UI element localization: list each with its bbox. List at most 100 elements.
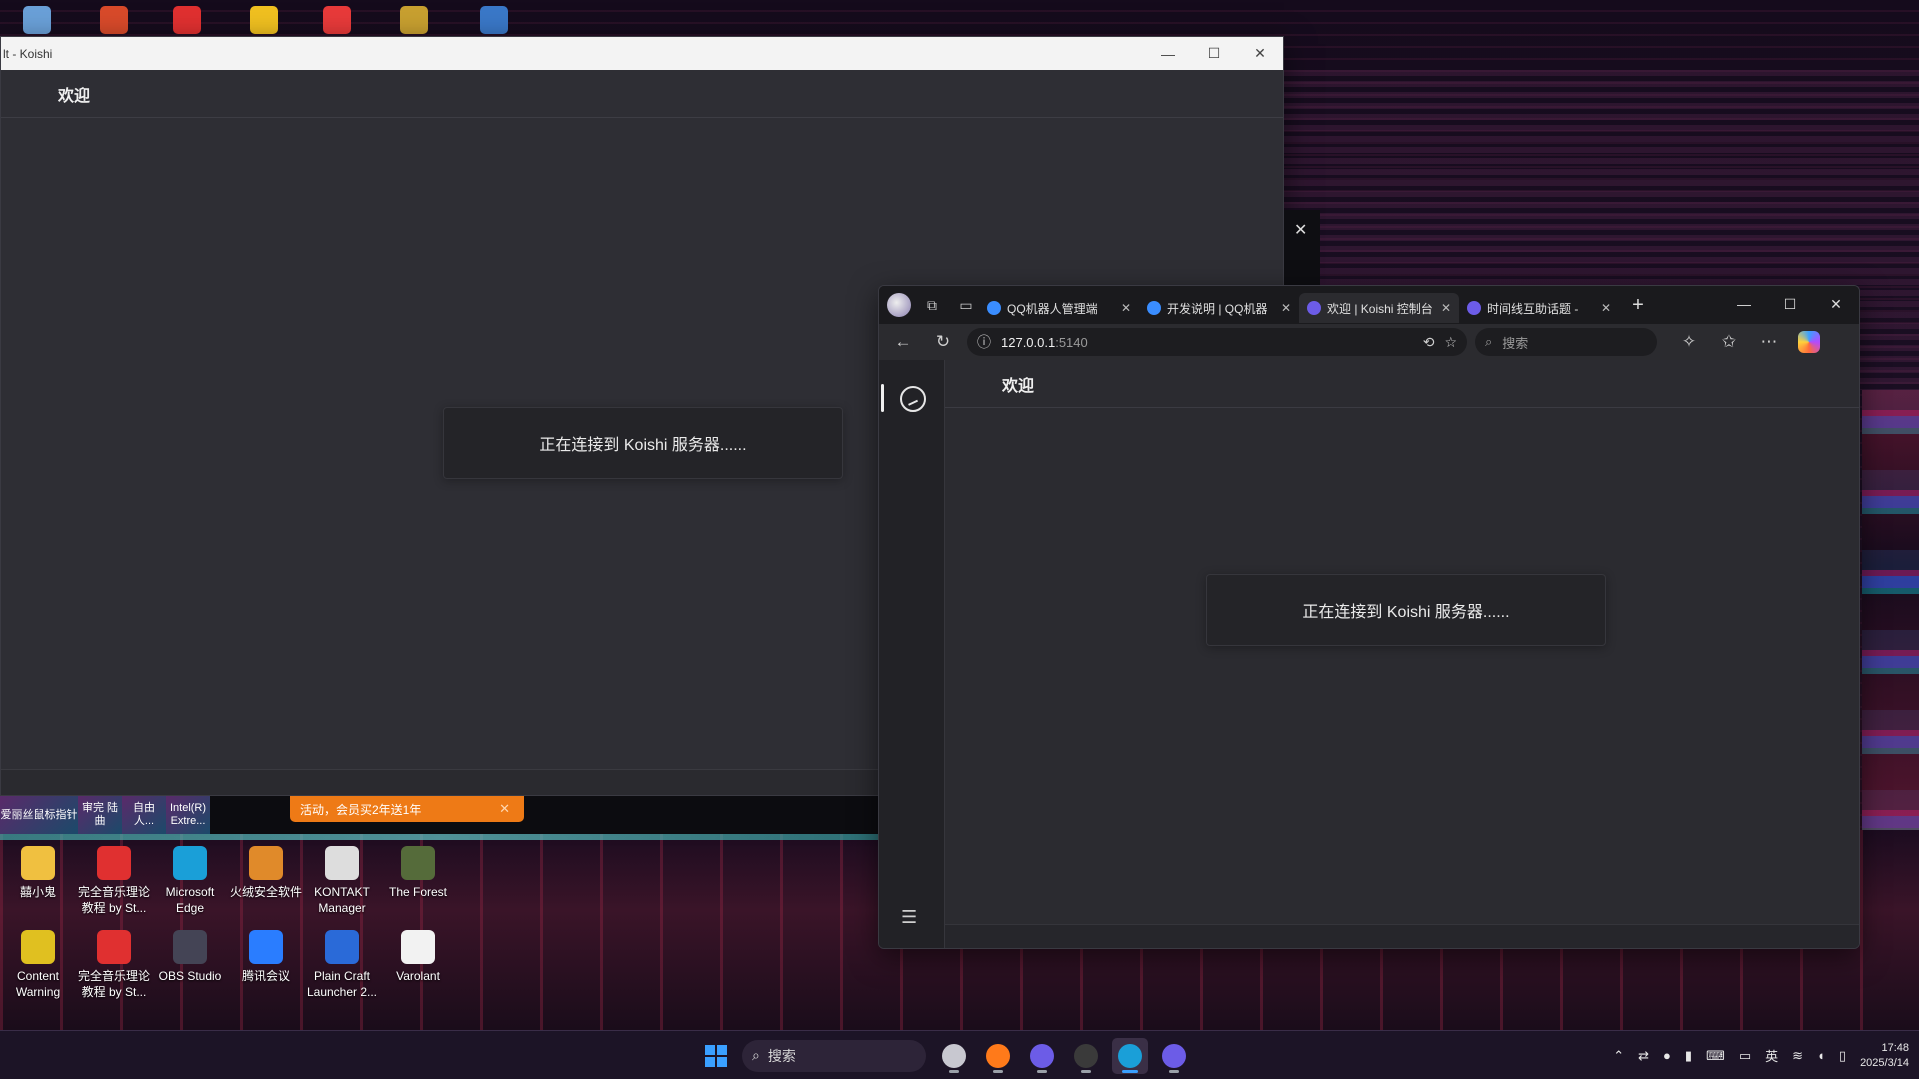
- app-icon: [401, 846, 435, 880]
- search-icon: ⌕: [1485, 334, 1493, 349]
- browser-toolbar: ← ↻ ⓘ 127.0.0.1:5140 ⟲ ☆ ⌕ 搜索 ✧ ✩ ⋯: [879, 324, 1859, 360]
- desktop-icon-label: 火绒安全软件: [229, 885, 302, 899]
- copilot-logo: [1798, 331, 1820, 353]
- koishi-logo-icon[interactable]: [900, 386, 926, 412]
- thumbnail-item[interactable]: 爱丽丝鼠标指针: [0, 796, 78, 834]
- tab-close-icon[interactable]: ✕: [1281, 301, 1291, 315]
- desktop-icon[interactable]: 囍小鬼: [0, 846, 76, 926]
- app-icon: [249, 930, 283, 964]
- sync-icon[interactable]: ⇄: [1638, 1048, 1649, 1064]
- taskbar-search[interactable]: ⌕ 搜索: [742, 1039, 926, 1072]
- page-header: 欢迎: [945, 360, 1859, 408]
- app-tray-icon[interactable]: ●: [1663, 1048, 1671, 1063]
- battery-icon[interactable]: ▯: [1839, 1048, 1846, 1064]
- close-icon[interactable]: ✕: [1294, 220, 1307, 240]
- volume-icon[interactable]: ◖: [1817, 1048, 1825, 1063]
- desktop-icon[interactable]: Microsoft Edge: [152, 846, 228, 926]
- bypass-icon[interactable]: [250, 6, 278, 34]
- audio-app-icon[interactable]: [323, 6, 351, 34]
- info-icon[interactable]: ⓘ: [977, 332, 991, 352]
- collections-icon[interactable]: ⧉: [919, 292, 945, 318]
- tab-close-icon[interactable]: ✕: [1121, 301, 1131, 315]
- desktop-icon[interactable]: Content Warning: [0, 930, 76, 1010]
- keyboard-icon[interactable]: ⌨: [1706, 1048, 1725, 1064]
- thumbnail-item[interactable]: Intel(R) Extre...: [166, 796, 210, 834]
- thumbnail-item[interactable]: 自由 人...: [122, 796, 166, 834]
- desktop-icon[interactable]: 腾讯会议: [228, 930, 304, 1010]
- display-icon[interactable]: ▭: [1739, 1048, 1751, 1064]
- more-icon[interactable]: ⋯: [1753, 328, 1785, 356]
- ime-indicator[interactable]: 英: [1765, 1046, 1778, 1065]
- task-view-taskbar-button[interactable]: [936, 1038, 972, 1074]
- overlay-popup: ✕: [1284, 210, 1320, 288]
- koishi-2-taskbar-button[interactable]: [1156, 1038, 1192, 1074]
- window-title: lt - Koishi: [3, 46, 53, 61]
- search-input[interactable]: ⌕ 搜索: [1475, 328, 1657, 356]
- browser-tab[interactable]: 时间线互助话题 - ✕: [1459, 293, 1619, 323]
- page-title: 欢迎: [58, 87, 91, 105]
- close-button[interactable]: ✕: [1813, 286, 1859, 322]
- profile-avatar[interactable]: [887, 293, 911, 317]
- maximize-button[interactable]: ☐: [1191, 37, 1237, 70]
- app-icon: [21, 846, 55, 880]
- chevron-up-icon[interactable]: ⌃: [1613, 1048, 1624, 1064]
- app-4-icon[interactable]: [100, 6, 128, 34]
- thumbnail-item[interactable]: 审完 陆曲: [78, 796, 122, 834]
- translate-icon[interactable]: ⟲: [1423, 334, 1435, 351]
- app-icon: [21, 930, 55, 964]
- desktop-icon[interactable]: Plain Craft Launcher 2...: [304, 930, 380, 1010]
- status-bar: [945, 924, 1859, 948]
- refresh-icon[interactable]: ↻: [927, 328, 959, 356]
- firefox-taskbar-button[interactable]: [980, 1038, 1016, 1074]
- desktop-icon-label: KONTAKT Manager: [314, 885, 370, 915]
- address-bar[interactable]: ⓘ 127.0.0.1:5140 ⟲ ☆: [967, 328, 1467, 356]
- clock[interactable]: 17:48 2025/3/14: [1860, 1041, 1909, 1071]
- connecting-dialog: 正在连接到 Koishi 服务器......: [443, 407, 843, 479]
- copilot-icon[interactable]: [1793, 328, 1825, 356]
- tab-close-icon[interactable]: ✕: [1441, 301, 1451, 315]
- taskbar-apps: [936, 1037, 1192, 1074]
- promo-banner[interactable]: 活动，会员买2年送1年 ✕: [290, 796, 524, 822]
- desktop-icon[interactable]: 完全音乐理论教程 by St...: [76, 846, 152, 926]
- start-button[interactable]: [700, 1040, 732, 1072]
- terminal-taskbar-button[interactable]: [1068, 1038, 1104, 1074]
- extensions-icon[interactable]: ✧: [1673, 328, 1705, 356]
- desktop-icon[interactable]: 火绒安全软件: [228, 846, 304, 926]
- wps-pdf-icon[interactable]: [173, 6, 201, 34]
- back-icon[interactable]: ←: [887, 328, 919, 356]
- desktop-icon[interactable]: Varolant: [380, 930, 456, 1010]
- browser-tab[interactable]: 欢迎 | Koishi 控制台 ✕: [1299, 293, 1459, 323]
- desktop-icon-label: OBS Studio: [158, 969, 222, 983]
- titlebar[interactable]: lt - Koishi — ☐ ✕: [1, 37, 1283, 70]
- close-icon[interactable]: ✕: [499, 801, 510, 817]
- search-placeholder: 搜索: [1502, 335, 1529, 351]
- tab-close-icon[interactable]: ✕: [1601, 301, 1611, 315]
- desktop-icon-label: 完全音乐理论教程 by St...: [77, 885, 150, 915]
- settings-sliders-icon[interactable]: ☰: [901, 907, 917, 928]
- recycle-bin-icon[interactable]: [23, 6, 51, 34]
- wallpaper-neon: [0, 834, 880, 840]
- tab-title: 开发说明 | QQ机器: [1167, 301, 1268, 316]
- browser-tab[interactable]: QQ机器人管理端 ✕: [979, 293, 1139, 323]
- desktop-icon[interactable]: The Forest: [380, 846, 456, 926]
- music-app-icon[interactable]: [400, 6, 428, 34]
- favorites-icon[interactable]: ✩: [1713, 328, 1745, 356]
- wifi-icon[interactable]: ≋: [1792, 1048, 1803, 1064]
- edge-taskbar-button[interactable]: [1112, 1037, 1148, 1074]
- desktop-icon[interactable]: OBS Studio: [152, 930, 228, 1010]
- new-tab-button[interactable]: +: [1623, 294, 1653, 317]
- running-indicator: [949, 1069, 959, 1073]
- minimize-button[interactable]: —: [1145, 37, 1191, 70]
- browser-tab[interactable]: 开发说明 | QQ机器 ✕: [1139, 293, 1299, 323]
- maximize-button[interactable]: ☐: [1767, 286, 1813, 322]
- tab-actions-icon[interactable]: ▭: [953, 292, 979, 318]
- audio-meter-icon[interactable]: ▮: [1685, 1048, 1692, 1064]
- python-icon[interactable]: [480, 6, 508, 34]
- desktop-icon[interactable]: 完全音乐理论教程 by St...: [76, 930, 152, 1010]
- koishi-taskbar-button[interactable]: [1024, 1038, 1060, 1074]
- minimize-button[interactable]: —: [1721, 286, 1767, 322]
- close-button[interactable]: ✕: [1237, 37, 1283, 70]
- desktop-icon[interactable]: KONTAKT Manager: [304, 846, 380, 926]
- app-icon: [249, 846, 283, 880]
- favorite-star-icon[interactable]: ☆: [1444, 334, 1457, 351]
